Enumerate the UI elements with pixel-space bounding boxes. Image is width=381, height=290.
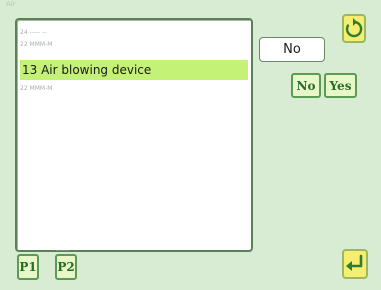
page-1-button[interactable]: P1 <box>17 254 39 280</box>
list-item[interactable]: 22 MMM-M <box>20 40 248 50</box>
return-icon <box>346 254 363 271</box>
screen: Air 24 ----- -- 22 MMM-M 13 Air blowing … <box>0 0 381 290</box>
return-button[interactable] <box>342 249 368 279</box>
page-tab-hint: ------ <box>56 247 69 254</box>
list-item[interactable]: 24 ----- -- <box>20 28 248 38</box>
window-title: Air <box>6 0 16 8</box>
yes-button[interactable]: Yes <box>324 73 357 98</box>
no-button[interactable]: No <box>291 73 321 98</box>
refresh-button[interactable] <box>342 14 366 43</box>
list-item-label: 13 Air blowing device <box>22 63 152 77</box>
current-value-button[interactable]: No <box>259 37 325 62</box>
list-item-selected[interactable]: 13 Air blowing device <box>20 60 248 80</box>
page-2-button[interactable]: P2 <box>55 254 77 280</box>
device-list: 24 ----- -- 22 MMM-M 13 Air blowing devi… <box>15 18 253 252</box>
refresh-icon <box>345 17 363 37</box>
list-item[interactable]: 22 MMM-M <box>20 84 248 94</box>
